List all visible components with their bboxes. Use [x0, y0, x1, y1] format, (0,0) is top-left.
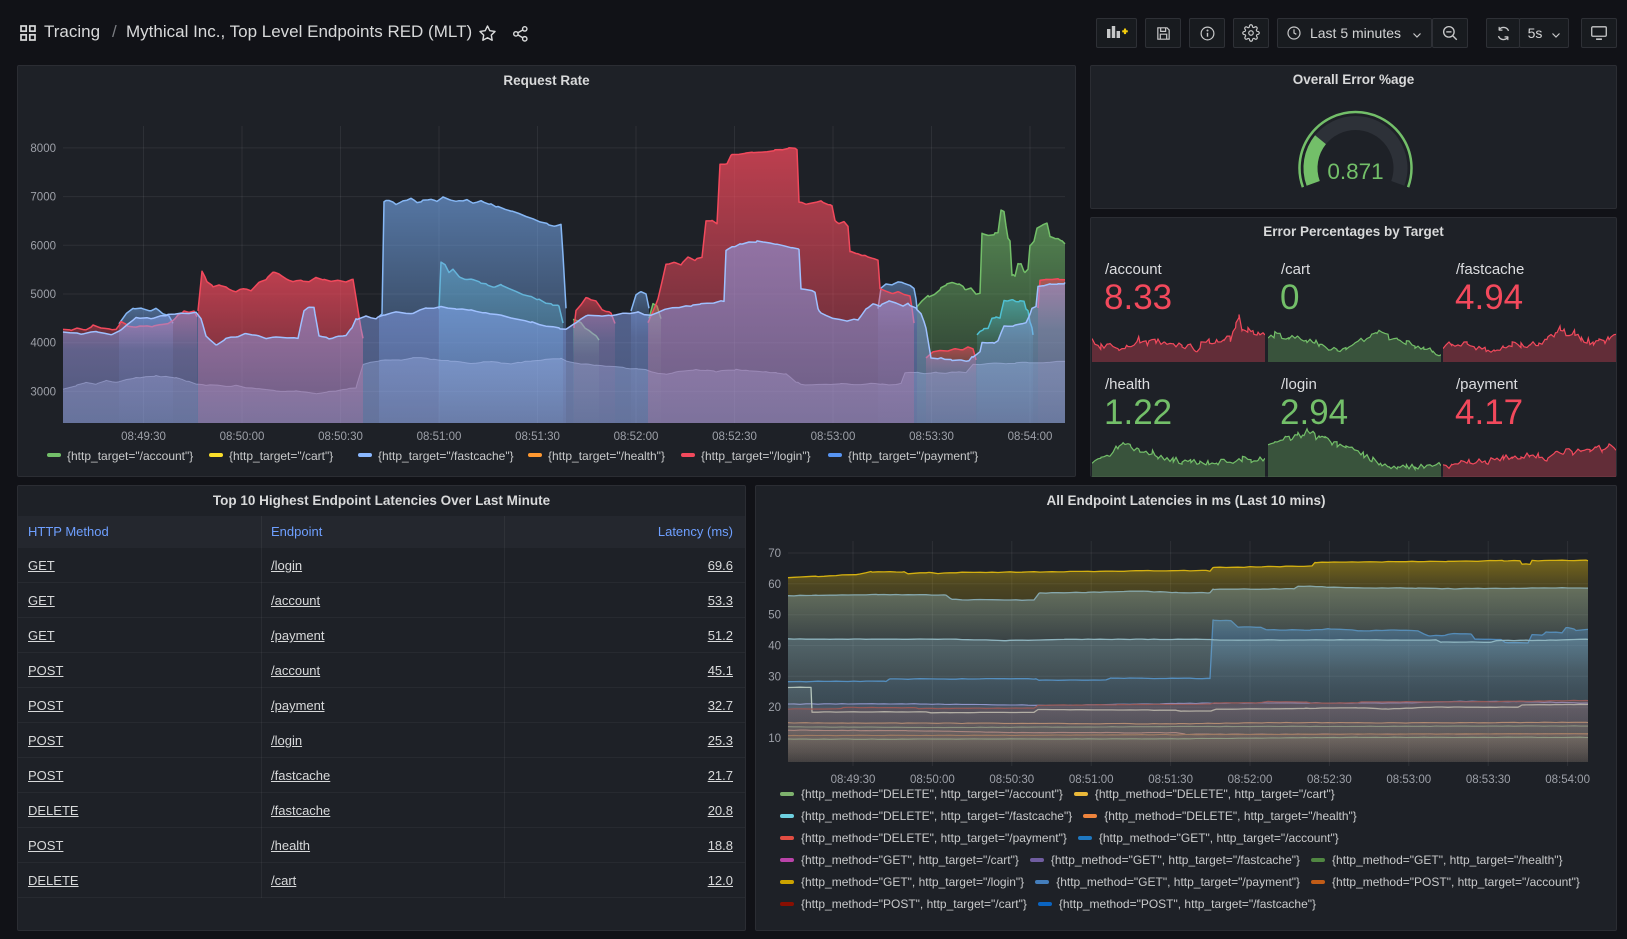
svg-text:08:50:00: 08:50:00	[220, 431, 265, 443]
svg-text:40: 40	[768, 641, 781, 653]
svg-text:5000: 5000	[30, 289, 56, 301]
svg-text:50: 50	[768, 610, 781, 622]
svg-text:{http_target="/cart"}: {http_target="/cart"}	[229, 449, 333, 463]
svg-text:{http_target="/login"}: {http_target="/login"}	[701, 449, 811, 463]
svg-text:08:49:30: 08:49:30	[121, 431, 166, 443]
svg-text:60: 60	[768, 579, 781, 591]
svg-text:{http_target="/health"}: {http_target="/health"}	[548, 449, 665, 463]
svg-text:{http_target="/fastcache"}: {http_target="/fastcache"}	[378, 449, 514, 463]
svg-text:08:50:30: 08:50:30	[318, 431, 363, 443]
svg-text:30: 30	[768, 671, 781, 683]
svg-text:70: 70	[768, 548, 781, 560]
svg-text:7000: 7000	[30, 192, 56, 204]
svg-text:08:51:30: 08:51:30	[515, 431, 560, 443]
svg-text:4000: 4000	[30, 338, 56, 350]
svg-text:{http_target="/account"}: {http_target="/account"}	[67, 449, 193, 463]
svg-text:0.871: 0.871	[1327, 159, 1383, 184]
svg-text:08:54:00: 08:54:00	[1008, 431, 1053, 443]
svg-text:08:53:00: 08:53:00	[811, 431, 856, 443]
svg-text:08:54:00: 08:54:00	[1545, 774, 1590, 786]
svg-text:08:52:30: 08:52:30	[712, 431, 757, 443]
svg-text:08:53:30: 08:53:30	[909, 431, 954, 443]
svg-text:20: 20	[768, 702, 781, 714]
svg-text:08:52:00: 08:52:00	[614, 431, 659, 443]
svg-text:08:53:00: 08:53:00	[1386, 774, 1431, 786]
svg-text:{http_target="/payment"}: {http_target="/payment"}	[848, 449, 978, 463]
svg-text:6000: 6000	[30, 240, 56, 252]
svg-text:3000: 3000	[30, 386, 56, 398]
svg-text:08:53:30: 08:53:30	[1466, 774, 1511, 786]
svg-text:08:51:00: 08:51:00	[417, 431, 462, 443]
svg-text:10: 10	[768, 733, 781, 745]
svg-text:8000: 8000	[30, 143, 56, 155]
